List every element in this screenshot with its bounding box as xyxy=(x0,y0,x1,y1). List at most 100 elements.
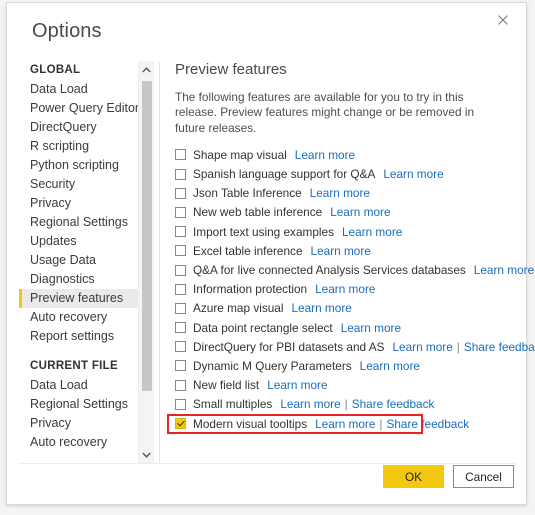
learn-more-link[interactable]: Learn more xyxy=(383,167,443,181)
learn-more-link[interactable]: Learn more xyxy=(341,321,401,335)
dialog-footer: OK Cancel xyxy=(383,465,514,488)
checkbox-new-web-table-inference[interactable] xyxy=(175,206,186,218)
sidebar-item-privacy[interactable]: Privacy xyxy=(19,194,149,213)
learn-more-link[interactable]: Learn more xyxy=(291,301,351,315)
chevron-up-icon[interactable] xyxy=(139,61,154,78)
learn-more-link[interactable]: Learn more xyxy=(474,263,534,277)
learn-more-link[interactable]: Learn more xyxy=(315,282,375,296)
nav-group-header: CURRENT FILE xyxy=(30,360,118,372)
sidebar-item-diagnostics[interactable]: Diagnostics xyxy=(19,270,149,289)
vertical-divider xyxy=(159,61,160,463)
chevron-up-glyph xyxy=(142,66,151,73)
checkbox-dynamic-m-query-parameters[interactable] xyxy=(175,360,186,372)
sidebar-item-updates[interactable]: Updates xyxy=(19,232,149,251)
sidebar-item-report-settings[interactable]: Report settings xyxy=(19,327,149,346)
feature-row: Small multiples Learn more | Share feedback xyxy=(175,395,517,414)
dialog-title: Options xyxy=(32,20,102,42)
feature-label: Azure map visual xyxy=(193,301,284,316)
feature-row: Modern visual tooltips Learn more | Share f… xyxy=(175,414,517,433)
feature-row: New field list Learn more xyxy=(175,376,517,395)
feature-row: Q&A for live connected Analysis Services… xyxy=(175,260,534,279)
learn-more-link[interactable]: Learn more xyxy=(330,205,390,219)
link-separator: | xyxy=(379,416,383,431)
feature-label: Spanish language support for Q&A xyxy=(193,167,376,182)
sidebar-item-directquery[interactable]: DirectQuery xyxy=(19,118,149,137)
feature-list: Shape map visual Learn more Spanish langua… xyxy=(167,145,535,434)
checkbox-import-text-using-examples[interactable] xyxy=(175,226,186,238)
learn-more-link[interactable]: Learn more xyxy=(267,378,327,392)
learn-more-link[interactable]: Learn more xyxy=(342,225,402,239)
feature-row: Shape map visual Learn more xyxy=(175,145,517,164)
close-icon[interactable] xyxy=(490,8,516,32)
checkbox-small-multiples[interactable] xyxy=(175,398,186,410)
learn-more-link[interactable]: Learn more xyxy=(315,417,375,431)
sidebar-item-r-scripting[interactable]: R scripting xyxy=(19,137,149,156)
feature-label: DirectQuery for PBI datasets and AS xyxy=(193,339,385,354)
sidebar-item-privacy[interactable]: Privacy xyxy=(19,414,149,433)
feature-row: Dynamic M Query Parameters Learn more xyxy=(175,356,517,375)
checkbox-information-protection[interactable] xyxy=(175,283,186,295)
feature-row: Json Table Inference Learn more xyxy=(175,184,517,203)
checkbox-json-table-inference[interactable] xyxy=(175,187,186,199)
nav-group-spacer xyxy=(19,346,149,357)
feature-label: Json Table Inference xyxy=(193,186,302,201)
sidebar-item-auto-recovery[interactable]: Auto recovery xyxy=(19,308,149,327)
checkbox-q-a-for-live-connected-analysis-services-databases[interactable] xyxy=(175,264,186,276)
preview-features-pane: Preview features The following features … xyxy=(167,61,535,434)
sidebar-item-power-query-editor[interactable]: Power Query Editor xyxy=(19,99,149,118)
feature-label: Data point rectangle select xyxy=(193,320,333,335)
options-sidebar: GLOBAL Data Load Power Query Editor DirectQ… xyxy=(19,61,149,461)
learn-more-link[interactable]: Learn more xyxy=(311,244,371,258)
feature-row: Azure map visual Learn more xyxy=(175,299,517,318)
learn-more-link[interactable]: Learn more xyxy=(295,148,355,162)
feature-row: DirectQuery for PBI datasets and AS Learn… xyxy=(175,337,535,356)
feature-row: Excel table inference Learn more xyxy=(175,241,517,260)
feature-label: Modern visual tooltips xyxy=(193,416,308,431)
ok-button[interactable]: OK xyxy=(383,465,444,488)
checkbox-spanish-language-support-for-q-a[interactable] xyxy=(175,168,186,180)
feature-row: Information protection Learn more xyxy=(175,280,517,299)
chevron-down-icon[interactable] xyxy=(139,446,154,463)
page-description: The following features are available for… xyxy=(175,89,475,135)
sidebar-item-auto-recovery[interactable]: Auto recovery xyxy=(19,433,149,452)
learn-more-link[interactable]: Learn more xyxy=(280,397,340,411)
sidebar-item-data-load[interactable]: Data Load xyxy=(19,80,149,99)
sidebar-item-regional-settings[interactable]: Regional Settings xyxy=(19,395,149,414)
options-dialog: Options GLOBAL Data Load Power Query Edito… xyxy=(6,2,535,505)
checkbox-shape-map-visual[interactable] xyxy=(175,149,186,161)
feature-label: Excel table inference xyxy=(193,243,303,258)
checkbox-azure-map-visual[interactable] xyxy=(175,302,186,314)
link-separator: | xyxy=(344,397,348,412)
close-glyph xyxy=(498,15,508,25)
share-feedback-link[interactable]: Share feedback xyxy=(464,340,535,354)
scrollbar-thumb[interactable] xyxy=(142,81,152,391)
checkbox-new-field-list[interactable] xyxy=(175,379,186,391)
nav-group-header: GLOBAL xyxy=(30,64,81,76)
checkbox-data-point-rectangle-select[interactable] xyxy=(175,322,186,334)
checkbox-modern-visual-tooltips[interactable] xyxy=(175,418,186,430)
feature-label: New field list xyxy=(193,378,260,393)
sidebar-item-preview-features[interactable]: Preview features xyxy=(19,289,149,308)
cancel-button[interactable]: Cancel xyxy=(453,465,514,488)
learn-more-link[interactable]: Learn more xyxy=(392,340,452,354)
sidebar-item-regional-settings[interactable]: Regional Settings xyxy=(19,213,149,232)
checkbox-excel-table-inference[interactable] xyxy=(175,245,186,257)
feature-label: Information protection xyxy=(193,282,308,297)
chevron-down-glyph xyxy=(142,451,151,458)
feature-label: New web table inference xyxy=(193,205,323,220)
sidebar-item-security[interactable]: Security xyxy=(19,175,149,194)
sidebar-item-data-load[interactable]: Data Load xyxy=(19,376,149,395)
page-title: Preview features xyxy=(175,61,287,78)
checkbox-directquery-for-pbi-datasets-and-as[interactable] xyxy=(175,341,186,353)
learn-more-link[interactable]: Learn more xyxy=(310,186,370,200)
sidebar-scrollbar[interactable] xyxy=(138,61,154,463)
sidebar-item-usage-data[interactable]: Usage Data xyxy=(19,251,149,270)
feature-label: Small multiples xyxy=(193,397,273,412)
feature-label: Dynamic M Query Parameters xyxy=(193,358,352,373)
feature-label: Q&A for live connected Analysis Services… xyxy=(193,263,466,278)
learn-more-link[interactable]: Learn more xyxy=(360,359,420,373)
sidebar-item-python-scripting[interactable]: Python scripting xyxy=(19,156,149,175)
share-feedback-link[interactable]: Share feedback xyxy=(352,397,435,411)
bottom-divider xyxy=(19,463,516,464)
share-feedback-link[interactable]: Share feedback xyxy=(387,417,470,431)
